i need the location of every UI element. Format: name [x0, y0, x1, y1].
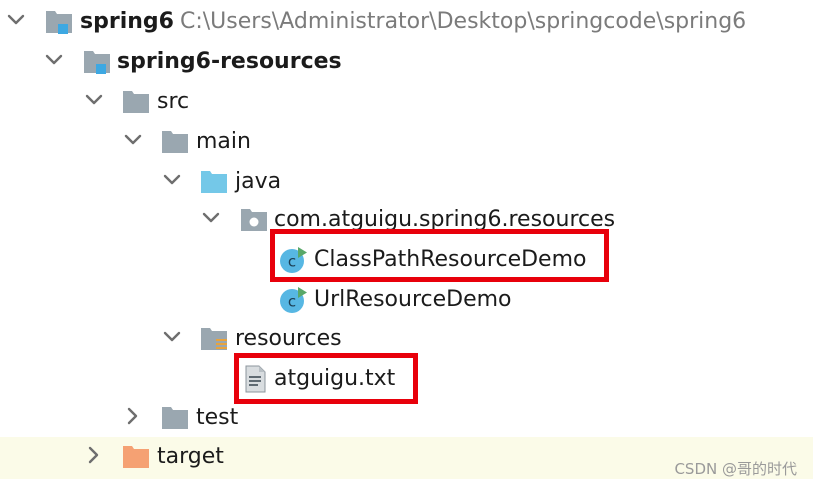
chevron-down-icon[interactable] [121, 128, 145, 152]
chevron-down-icon[interactable] [42, 48, 66, 72]
resources-folder-icon [199, 324, 229, 354]
source-folder-icon [199, 167, 229, 197]
tree-row-src[interactable]: src [0, 82, 813, 122]
tree-row-main[interactable]: main [0, 122, 813, 162]
chevron-right-icon[interactable] [82, 443, 106, 467]
module-label: spring6-resources [117, 49, 342, 74]
highlight-box-atguigu-txt [234, 353, 418, 404]
tree-row-java[interactable]: java [0, 162, 813, 202]
chevron-right-icon[interactable] [121, 404, 145, 428]
folder-icon [160, 127, 190, 157]
chevron-down-icon[interactable] [4, 8, 28, 32]
folder-label-java: java [235, 169, 282, 194]
java-class-icon: c [278, 285, 308, 315]
folder-label-resources: resources [235, 326, 342, 351]
folder-label-target: target [157, 444, 224, 469]
package-icon [239, 205, 269, 235]
folder-icon [160, 403, 190, 433]
tree-row-spring6-resources[interactable]: spring6-resources [0, 42, 813, 82]
chevron-down-icon[interactable] [160, 168, 184, 192]
folder-icon [121, 87, 151, 117]
module-folder-icon [82, 47, 112, 77]
tree-row-url-resource-demo[interactable]: c UrlResourceDemo [0, 280, 813, 320]
folder-label-src: src [157, 89, 190, 114]
svg-text:c: c [288, 293, 296, 311]
module-folder-icon [44, 7, 74, 37]
watermark: CSDN @哥的时代 [674, 460, 797, 478]
chevron-down-icon[interactable] [82, 88, 106, 112]
folder-label-main: main [196, 129, 251, 154]
excluded-folder-icon [121, 442, 151, 472]
tree-row-test[interactable]: test [0, 398, 813, 438]
tree-row-spring6[interactable]: spring6 C:\Users\Administrator\Desktop\s… [0, 2, 813, 42]
root-module-path: C:\Users\Administrator\Desktop\springcod… [180, 9, 747, 34]
chevron-down-icon[interactable] [160, 325, 184, 349]
folder-label-test: test [196, 405, 239, 430]
project-tree: spring6 C:\Users\Administrator\Desktop\s… [0, 0, 813, 489]
chevron-down-icon[interactable] [199, 206, 223, 230]
highlight-box-classpath-resource-demo [270, 229, 609, 282]
class-label-url: UrlResourceDemo [314, 287, 512, 312]
root-module-label: spring6 [80, 9, 174, 34]
